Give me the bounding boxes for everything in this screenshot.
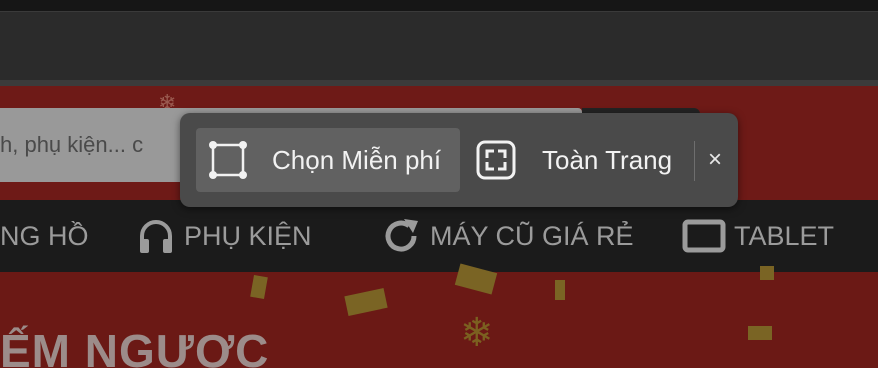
full-page-label: Toàn Trang [542,144,673,175]
promo-banner: ❄ ẾM NGƯỢC [0,263,878,368]
select-free-button[interactable]: Chọn Miễn phí [196,128,460,192]
tablet-icon [682,219,726,253]
nav-item-may-cu[interactable]: MÁY CŨ GIÁ RẺ [380,200,634,272]
snowflake-icon: ❄ [460,311,494,355]
full-page-button[interactable]: Toàn Trang [474,128,680,192]
screenshot-capture-toolbar: Chọn Miễn phí Toàn Trang × [180,113,738,207]
confetti [748,326,772,340]
nav-item-label: TABLET [734,220,835,251]
confetti [555,280,565,300]
browser-title-bar [0,0,878,12]
browser-toolbar [0,12,878,80]
select-free-label: Chọn Miễn phí [272,144,442,175]
full-page-icon [476,140,516,180]
headphones-icon [140,220,172,253]
nav-item-label: NG HỒ [0,220,89,251]
nav-item-tablet[interactable]: TABLET [682,200,834,272]
nav-item-dong-ho[interactable]: NG HỒ [0,200,89,272]
search-placeholder: h, phụ kiện... c [0,132,144,157]
toolbar-divider [694,141,695,181]
confetti [250,274,268,300]
nav-item-label: PHỤ KIỆN [184,220,312,251]
confetti [344,288,388,316]
promo-title: ẾM NGƯỢC [0,325,270,368]
selection-area-icon [209,141,247,179]
confetti [760,266,774,280]
nav-item-phu-kien[interactable]: PHỤ KIỆN [136,200,312,272]
category-nav: NG HỒ PHỤ KIỆN MÁY CŨ GIÁ RẺ TABLET [0,200,878,272]
refresh-icon [385,219,418,252]
nav-item-label: MÁY CŨ GIÁ RẺ [430,220,634,251]
screen: ❄ h, phụ kiện... c NG HỒ PHỤ KIỆN MÁY CŨ… [0,0,878,368]
close-icon[interactable]: × [704,144,726,176]
